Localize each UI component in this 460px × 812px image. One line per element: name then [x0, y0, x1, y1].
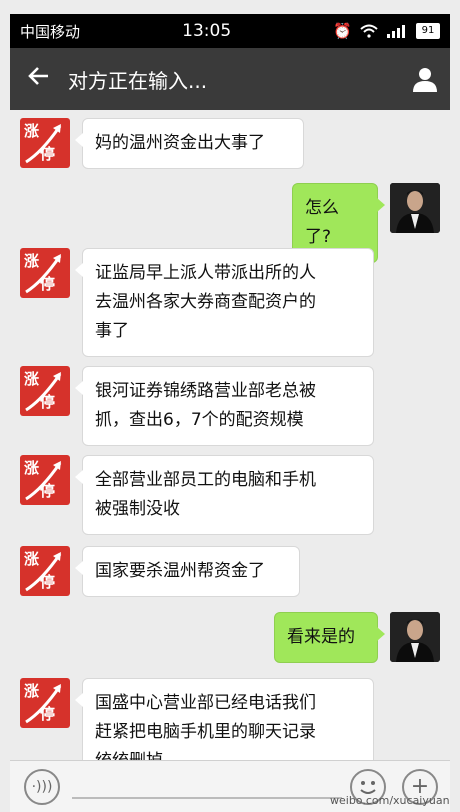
- profile-button[interactable]: [400, 66, 450, 92]
- status-icons: ⏰ 91: [333, 22, 440, 40]
- carrier-label: 中国移动: [20, 22, 81, 41]
- contact-avatar[interactable]: 涨停: [20, 678, 70, 728]
- rising-arrow-icon: [25, 254, 62, 294]
- my-avatar[interactable]: [390, 612, 440, 662]
- chat-header: 对方正在输入...: [10, 48, 450, 110]
- voice-button[interactable]: ·))): [24, 769, 60, 805]
- message-input[interactable]: [72, 797, 342, 799]
- signal-icon: [386, 25, 405, 38]
- message-list[interactable]: 涨停妈的温州资金出大事了 怎么了? 涨停证监局早上派人带派出所的人 去温州各家大券商…: [10, 110, 450, 760]
- person-photo-icon: [390, 183, 440, 233]
- received-message-bubble[interactable]: 国盛中心营业部已经电话我们 赶紧把电脑手机里的聊天记录 统统删掉: [75, 678, 374, 760]
- contact-avatar[interactable]: 涨停: [20, 366, 70, 416]
- received-message-bubble[interactable]: 妈的温州资金出大事了: [75, 118, 304, 169]
- alarm-icon: ⏰: [333, 22, 352, 40]
- received-message-bubble[interactable]: 证监局早上派人带派出所的人 去温州各家大券商查配资户的 事了: [75, 248, 374, 357]
- rising-arrow-icon: [25, 372, 62, 412]
- contact-avatar[interactable]: 涨停: [20, 546, 70, 596]
- watermark: weibo.com/xucaiyuan: [330, 794, 450, 807]
- arrow-left-icon: [28, 66, 48, 85]
- received-message-bubble[interactable]: 国家要杀温州帮资金了: [75, 546, 300, 597]
- contact-avatar[interactable]: 涨停: [20, 248, 70, 298]
- battery-icon: 91: [415, 23, 440, 39]
- back-button[interactable]: [10, 64, 68, 95]
- sent-message-bubble[interactable]: 看来是的: [274, 612, 385, 663]
- received-message-bubble[interactable]: 银河证券锦绣路营业部老总被 抓，查出6，7个的配资规模: [75, 366, 374, 446]
- voice-icon: ·))): [31, 779, 53, 795]
- clock: 13:05: [182, 21, 232, 41]
- contact-avatar[interactable]: 涨停: [20, 118, 70, 168]
- chat-title: 对方正在输入...: [68, 68, 208, 93]
- my-avatar[interactable]: [390, 183, 440, 233]
- received-message-bubble[interactable]: 全部营业部员工的电脑和手机 被强制没收: [75, 455, 374, 535]
- wifi-icon: [360, 24, 378, 38]
- rising-arrow-icon: [25, 552, 62, 592]
- rising-arrow-icon: [25, 124, 62, 164]
- status-bar: 中国移动 13:05 ⏰ 91: [10, 14, 450, 48]
- rising-arrow-icon: [25, 461, 62, 501]
- rising-arrow-icon: [25, 684, 62, 724]
- person-photo-icon: [390, 612, 440, 662]
- contact-avatar[interactable]: 涨停: [20, 455, 70, 505]
- user-icon: [413, 68, 437, 92]
